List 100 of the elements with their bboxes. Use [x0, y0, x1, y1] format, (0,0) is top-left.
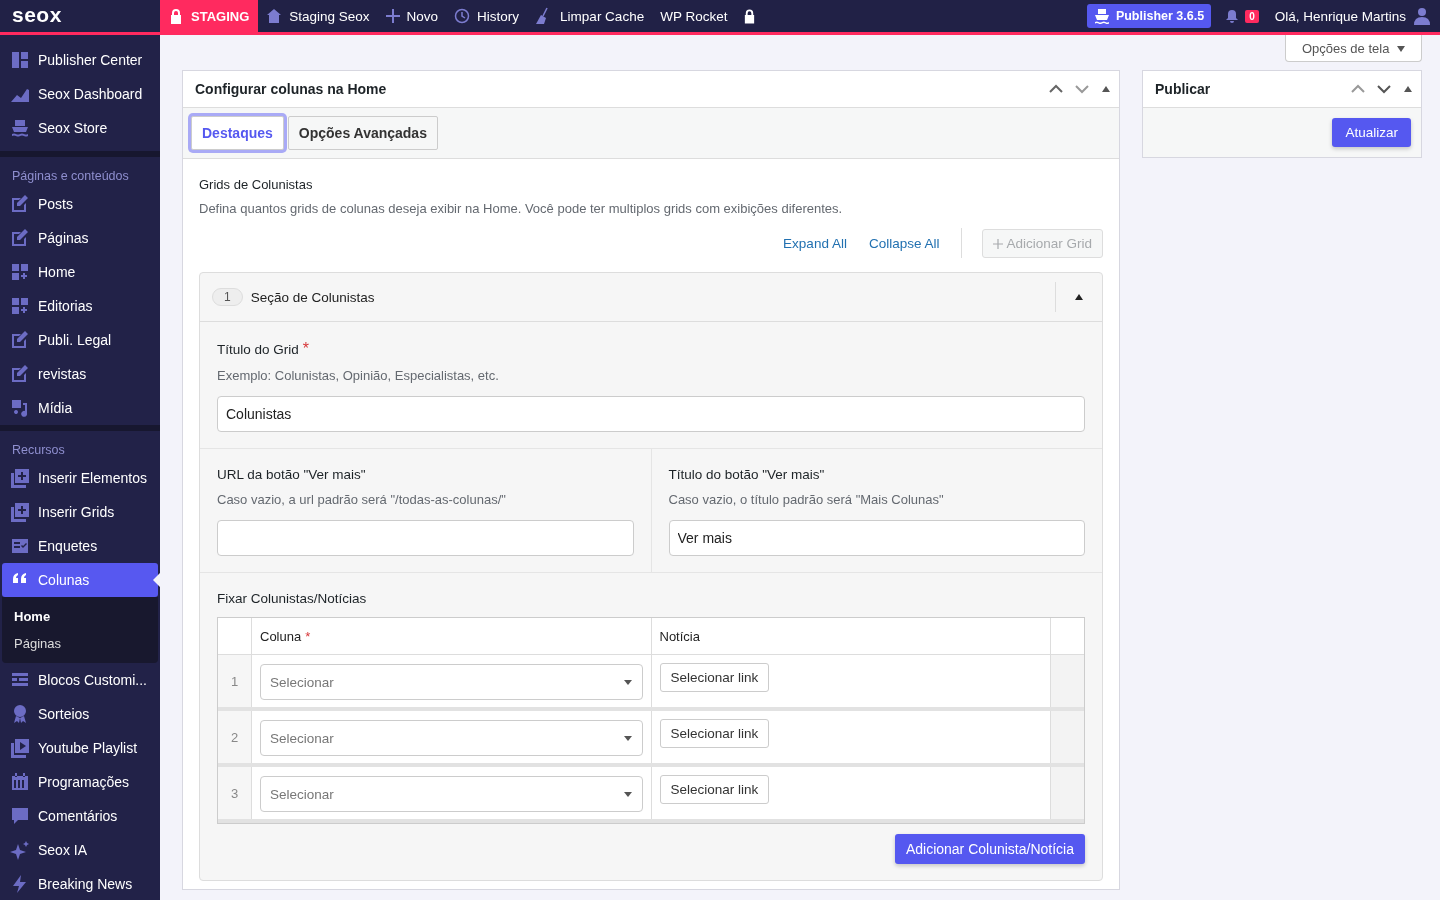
menu-item[interactable]: Enquetes	[0, 529, 160, 563]
dropdown-caret-icon	[623, 735, 632, 741]
menu-item[interactable]: Blocos Customi...	[0, 663, 160, 697]
select-link-button[interactable]: Selecionar link	[659, 663, 770, 692]
tab[interactable]: Opções Avançadas	[287, 116, 438, 150]
row-number: 2	[218, 711, 252, 763]
bell-icon[interactable]	[1225, 9, 1240, 23]
menu-item[interactable]: Inserir Elementos	[0, 461, 160, 495]
logo[interactable]: seox	[0, 0, 160, 32]
menu-item[interactable]: Mídia	[0, 391, 160, 425]
check-icon	[10, 536, 30, 556]
admin-bar-link[interactable]: Novo	[377, 8, 447, 24]
sparkle-icon	[10, 840, 30, 860]
screen-options-button[interactable]: Opções de tela	[1284, 35, 1422, 62]
menu-item[interactable]: revistas	[0, 357, 160, 391]
blocks-icon	[10, 296, 30, 316]
menu-item[interactable]: Comentários	[0, 799, 160, 833]
row-number: 3	[218, 767, 252, 819]
menu-item[interactable]: Breaking News	[0, 867, 160, 900]
dropdown-caret-icon	[623, 679, 632, 685]
current-pointer-icon	[153, 573, 160, 587]
expand-all-link[interactable]: Expand All	[783, 235, 847, 251]
blocks-icon	[10, 262, 30, 282]
select-link-button[interactable]: Selecionar link	[659, 719, 770, 748]
field-hint: Caso vazio, a url padrão será "/todas-as-colunas/"	[217, 492, 507, 507]
user-greeting[interactable]: Olá, Henrique Martins	[1274, 8, 1406, 24]
media-icon	[10, 398, 30, 418]
lock-icon	[169, 8, 183, 24]
home-icon	[266, 8, 283, 24]
update-button[interactable]: Atualizar	[1332, 118, 1411, 147]
grid-icon	[10, 50, 30, 70]
column-header: Coluna	[260, 628, 302, 644]
column-select[interactable]: Selecionar	[260, 776, 643, 812]
url-input[interactable]	[217, 520, 634, 556]
ship-icon	[1093, 8, 1110, 24]
plus-icon	[385, 9, 400, 23]
column-select[interactable]: Selecionar	[260, 720, 643, 756]
user-icon[interactable]	[1414, 7, 1430, 25]
menu-item[interactable]: Seox IA	[0, 833, 160, 867]
menu-heading: Páginas e conteúdos	[11, 168, 130, 185]
panel-title: Publicar	[1155, 81, 1211, 97]
panel-title: Configurar colunas na Home	[195, 81, 387, 97]
grid-number: 1	[212, 288, 243, 306]
play-icon	[10, 738, 30, 758]
chevron-up-icon[interactable]	[1351, 84, 1365, 94]
edit-icon	[10, 330, 30, 350]
plusbox-icon	[10, 468, 30, 488]
collapse-arrow-icon[interactable]	[1074, 293, 1084, 301]
collapse-arrow-icon[interactable]	[1403, 85, 1413, 93]
field-label: Título do botão "Ver mais"	[668, 467, 826, 482]
column-header: Notícia	[659, 628, 700, 644]
grid-title: Seção de Colunistas	[250, 289, 376, 305]
menu-item[interactable]: Editorias	[0, 289, 160, 323]
section-title: Grids de Colunistas	[199, 177, 314, 192]
collapse-arrow-icon[interactable]	[1101, 85, 1111, 93]
admin-bar-link[interactable]: History	[446, 8, 528, 24]
menu-item[interactable]: Sorteios	[0, 697, 160, 731]
field-label: Título do Grid	[217, 342, 299, 357]
menu-item[interactable]: Colunas	[2, 563, 158, 597]
field-hint: Exemplo: Colunistas, Opinião, Especialistas, etc.	[217, 368, 500, 383]
tab[interactable]: Destaques	[191, 116, 284, 150]
clock-icon	[454, 8, 471, 24]
admin-bar-link[interactable]: WP Rocket	[652, 8, 736, 24]
column-select[interactable]: Selecionar	[260, 664, 643, 700]
menu-item[interactable]: Home	[0, 255, 160, 289]
chevron-up-icon[interactable]	[1049, 84, 1063, 94]
menu-item[interactable]: Páginas	[0, 221, 160, 255]
lock-icon[interactable]	[743, 8, 757, 24]
edit-icon	[10, 364, 30, 384]
ship-icon	[10, 118, 30, 138]
plus-icon	[993, 238, 1004, 249]
notification-count: 0	[1245, 9, 1259, 23]
collapse-all-link[interactable]: Collapse All	[868, 235, 940, 251]
grid-title-input[interactable]: Colunistas	[217, 396, 1085, 432]
menu-item[interactable]: Youtube Playlist	[0, 731, 160, 765]
chevron-down-icon[interactable]	[1377, 84, 1391, 94]
add-columnist-button[interactable]: Adicionar Colunista/Notícia	[894, 834, 1085, 864]
menu-item[interactable]: Inserir Grids	[0, 495, 160, 529]
field-label: Fixar Colunistas/Notícias	[217, 591, 368, 606]
submenu-item[interactable]: Home	[2, 603, 158, 630]
required-mark: *	[305, 628, 311, 644]
menu-item[interactable]: Publisher Center	[0, 43, 160, 77]
button-title-input[interactable]: Ver mais	[668, 520, 1085, 556]
caret-icon	[1397, 46, 1405, 53]
submenu-item[interactable]: Páginas	[2, 630, 158, 657]
menu-item[interactable]: Publi. Legal	[0, 323, 160, 357]
plusbox-icon	[10, 502, 30, 522]
admin-bar-link[interactable]: Limpar Cache	[527, 7, 653, 25]
staging-badge[interactable]: STAGING	[160, 0, 259, 32]
select-link-button[interactable]: Selecionar link	[659, 775, 770, 804]
menu-item[interactable]: Seox Dashboard	[0, 77, 160, 111]
menu-item[interactable]: Seox Store	[0, 111, 160, 145]
edit-icon	[10, 194, 30, 214]
version-badge[interactable]: Publisher 3.6.5	[1086, 4, 1212, 28]
admin-bar-link[interactable]: Staging Seox	[258, 8, 378, 24]
edit-icon	[10, 228, 30, 248]
menu-item[interactable]: Posts	[0, 187, 160, 221]
menu-heading: Recursos	[11, 442, 66, 459]
field-hint: Caso vazio, o título padrão será "Mais Colunas"	[668, 492, 945, 507]
menu-item[interactable]: Programações	[0, 765, 160, 799]
